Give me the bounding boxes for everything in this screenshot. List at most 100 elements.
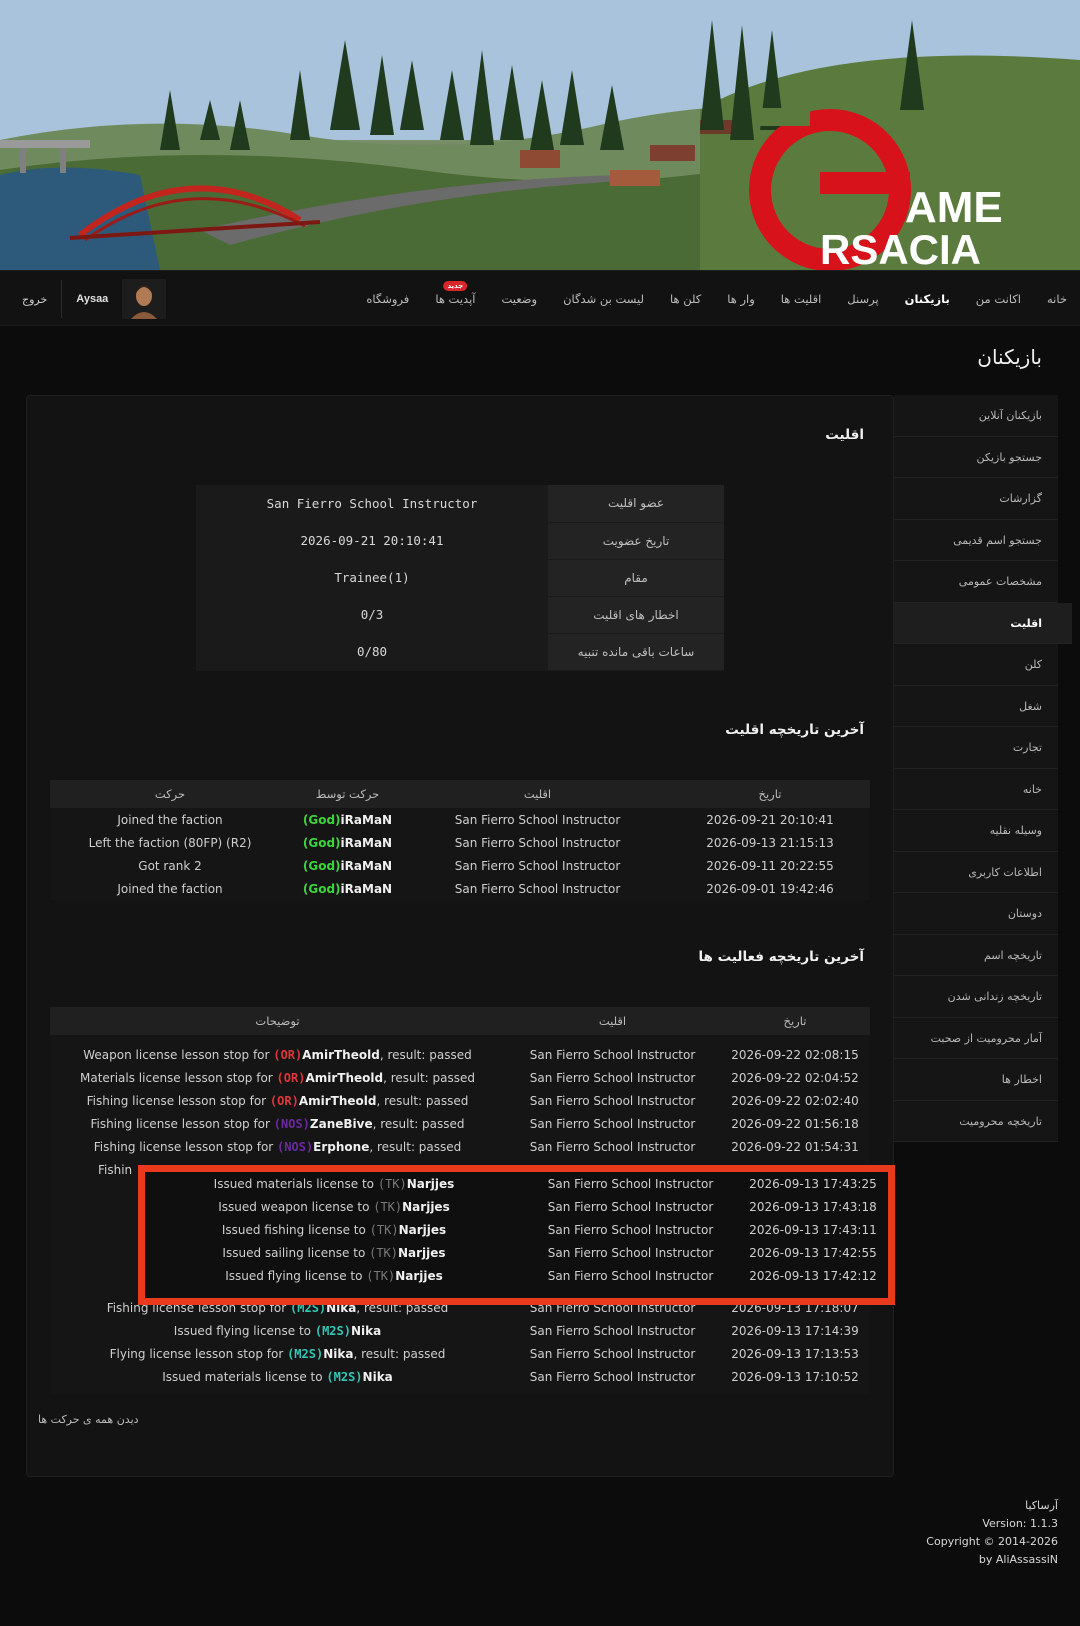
player-name[interactable]: AmirTheold	[299, 1094, 377, 1108]
faction-link[interactable]: San Fierro School Instructor	[505, 1365, 720, 1388]
sidebar-item[interactable]: گزارشات	[894, 478, 1058, 520]
action-cell: Got rank 2	[138, 858, 202, 873]
actor-name[interactable]: iRaMaN	[341, 836, 393, 850]
footer-copyright: Copyright © 2014-2026	[926, 1535, 1058, 1548]
column-header: تاریخ	[720, 1007, 870, 1035]
player-name[interactable]: Nika	[323, 1347, 353, 1361]
logo-text-2: RSACIA	[820, 226, 981, 270]
description-text: Issued sailing license to	[222, 1245, 370, 1260]
sidebar-item[interactable]: دوستان	[894, 893, 1058, 935]
nav-item[interactable]: بازیکنان	[892, 271, 963, 327]
player-name[interactable]: AmirTheold	[302, 1048, 380, 1062]
faction-info-label: اخطار های اقلیت	[548, 596, 724, 634]
sidebar-item[interactable]: جستجو اسم قدیمی	[894, 519, 1058, 561]
player-name[interactable]: Erphone	[313, 1140, 369, 1154]
sidebar-item[interactable]: مشخصات عمومی	[894, 561, 1058, 603]
faction-link[interactable]: San Fierro School Instructor	[505, 1319, 720, 1342]
nav-item[interactable]: اقلیت ها	[768, 271, 835, 327]
column-header: تاریخ	[670, 780, 870, 808]
faction-link[interactable]: San Fierro School Instructor	[405, 831, 670, 854]
footer-author: by AliAssassiN	[978, 1553, 1058, 1566]
sidebar-item[interactable]: اطلاعات کاربری	[894, 851, 1058, 893]
table-row: Fishing license lesson stop for (NOS)Erp…	[50, 1135, 870, 1158]
player-tag: (M2S)	[287, 1346, 324, 1361]
nav-item[interactable]: وضعیت	[488, 271, 550, 327]
nav-item[interactable]: آپدیت ها جدید	[422, 271, 488, 327]
faction-link[interactable]: San Fierro School Instructor	[523, 1264, 738, 1287]
faction-link[interactable]: San Fierro School Instructor	[505, 1043, 720, 1066]
sidebar-item[interactable]: بازیکنان آنلاین	[894, 395, 1058, 437]
username-link[interactable]: Aysaa	[62, 293, 122, 305]
sidebar-item[interactable]: تاریخچه اسم	[894, 934, 1058, 976]
faction-link[interactable]: San Fierro School Instructor	[505, 1135, 720, 1158]
actor-tag: (God)	[302, 858, 341, 873]
nav-item[interactable]: خانه	[1034, 271, 1080, 327]
nav-item[interactable]: اکانت من	[963, 271, 1034, 327]
player-name[interactable]: ZaneBive	[310, 1117, 373, 1131]
column-header: اقلیت	[405, 780, 670, 808]
sidebar-item[interactable]: خانه	[894, 768, 1058, 810]
result-text: , result: passed	[376, 1093, 469, 1108]
description-text: Issued weapon license to	[218, 1199, 374, 1214]
table-row: Weapon license lesson stop for (OR)AmirT…	[50, 1043, 870, 1066]
sidebar-item[interactable]: تجارت	[894, 727, 1058, 769]
see-all-actions-link[interactable]: دیدن همه ی حرکت ها	[38, 1413, 139, 1426]
sidebar-item[interactable]: اقلیت	[894, 602, 1072, 644]
player-name[interactable]: AmirTheold	[305, 1071, 383, 1085]
player-name[interactable]: Narjjes	[407, 1177, 455, 1191]
player-name[interactable]: Narjjes	[395, 1269, 443, 1283]
player-name[interactable]: Nika	[351, 1324, 381, 1338]
faction-link[interactable]: San Fierro School Instructor	[505, 1112, 720, 1135]
date-cell: 2026-09-13 17:13:53	[731, 1346, 859, 1361]
faction-link[interactable]: San Fierro School Instructor	[523, 1172, 738, 1195]
date-cell: 2026-09-22 02:04:52	[731, 1070, 859, 1085]
date-cell: 2026-09-13 17:43:25	[749, 1176, 877, 1191]
faction-link[interactable]: San Fierro School Instructor	[523, 1241, 738, 1264]
footer-site-name: آرساکیا	[1025, 1499, 1058, 1512]
sidebar-item[interactable]: تاریخچه زندانی شدن	[894, 976, 1058, 1018]
nav-item[interactable]: فروشگاه	[353, 271, 422, 327]
table-row: Issued sailing license to (TK)Narjjes San…	[145, 1241, 888, 1264]
player-name[interactable]: Narjjes	[399, 1223, 447, 1237]
description-cell: Issued sailing license to (TK)Narjjes	[145, 1241, 523, 1264]
faction-link[interactable]: San Fierro School Instructor	[505, 1342, 720, 1365]
nav-item[interactable]: لیست بن شدگان	[550, 271, 657, 327]
sidebar-item[interactable]: اخطار ها	[894, 1059, 1058, 1101]
sidebar-item[interactable]: تاریخچه محرومیت	[894, 1100, 1058, 1142]
faction-link[interactable]: San Fierro School Instructor	[405, 877, 670, 900]
sidebar-item[interactable]: کلن	[894, 644, 1058, 686]
result-text: , result: passed	[372, 1116, 465, 1131]
date-cell: 2026-09-22 01:54:31	[731, 1139, 859, 1154]
sidebar-item[interactable]: شغل	[894, 685, 1058, 727]
logout-link[interactable]: خروج	[8, 293, 61, 306]
sidebar-item[interactable]: آمار محرومیت از صحبت	[894, 1017, 1058, 1059]
player-name[interactable]: Narjjes	[398, 1246, 446, 1260]
actor-name[interactable]: iRaMaN	[341, 859, 393, 873]
faction-link[interactable]: San Fierro School Instructor	[523, 1218, 738, 1241]
player-name[interactable]: Nika	[363, 1370, 393, 1384]
actor-name[interactable]: iRaMaN	[341, 813, 393, 827]
date-cell: 2026-09-22 02:02:40	[731, 1093, 859, 1108]
faction-link[interactable]: San Fierro School Instructor	[505, 1066, 720, 1089]
actor-tag: (God)	[302, 835, 341, 850]
faction-info-label: عضو اقلیت	[548, 485, 724, 523]
actor-name[interactable]: iRaMaN	[341, 882, 393, 896]
sidebar-item[interactable]: جستجو بازیکن	[894, 436, 1058, 478]
date-cell: 2026-09-22 02:08:15	[731, 1047, 859, 1062]
actor-cell: (God)iRaMaN	[290, 831, 405, 854]
nav-item[interactable]: وار ها	[714, 271, 768, 327]
sidebar-item[interactable]: وسیله نقلیه	[894, 810, 1058, 852]
nav-item[interactable]: کلن ها	[657, 271, 714, 327]
faction-info-row: 2026-09-21 20:10:41 تاریخ عضویت	[196, 522, 724, 560]
nav-item[interactable]: پرسنل	[834, 271, 891, 327]
avatar[interactable]	[122, 279, 167, 319]
description-cell: Fishing license lesson stop for (NOS)Erp…	[50, 1135, 505, 1158]
player-name[interactable]: Narjjes	[402, 1200, 450, 1214]
faction-link[interactable]: San Fierro School Instructor	[405, 808, 670, 831]
faction-link[interactable]: San Fierro School Instructor	[523, 1195, 738, 1218]
date-cell: 2026-09-01 19:42:46	[706, 881, 834, 896]
faction-link[interactable]: San Fierro School Instructor	[505, 1089, 720, 1112]
column-header: اقلیت	[505, 1007, 720, 1035]
player-tag: (TK)	[369, 1222, 399, 1237]
faction-link[interactable]: San Fierro School Instructor	[405, 854, 670, 877]
